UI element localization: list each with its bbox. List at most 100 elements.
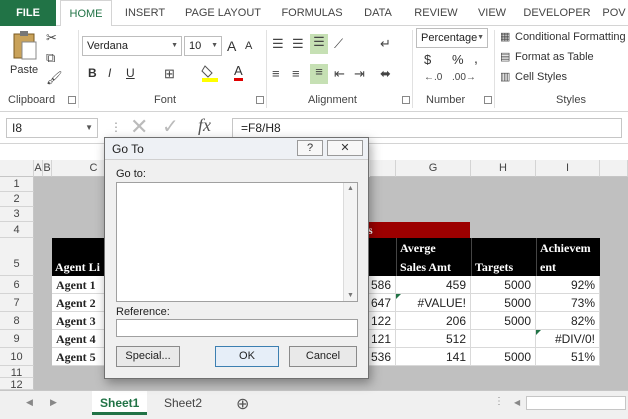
- shrink-font-button[interactable]: A: [245, 40, 252, 52]
- cell-g7[interactable]: #VALUE!: [396, 294, 471, 312]
- tab-data[interactable]: DATA: [356, 0, 400, 26]
- cell-g6[interactable]: 459: [396, 276, 471, 294]
- cell-h9[interactable]: [471, 330, 536, 348]
- decrease-decimal-icon[interactable]: .00→: [452, 72, 476, 83]
- conditional-formatting-button[interactable]: Conditional Formatting: [515, 31, 626, 43]
- borders-icon[interactable]: ⊞: [164, 66, 175, 82]
- table-row-agent[interactable]: Agent 3: [52, 312, 108, 330]
- wrap-text-icon[interactable]: ↵: [380, 36, 391, 52]
- table-row-agent[interactable]: Agent 1: [52, 276, 108, 294]
- cell-h7[interactable]: 5000: [471, 294, 536, 312]
- format-as-table-button[interactable]: Format as Table: [515, 51, 594, 63]
- cell-g9[interactable]: 512: [396, 330, 471, 348]
- tab-page-layout[interactable]: PAGE LAYOUT: [180, 0, 266, 26]
- cell-i6[interactable]: 92%: [536, 276, 600, 294]
- middle-align-icon[interactable]: ☰: [292, 36, 304, 52]
- row-header-5[interactable]: 5: [0, 238, 34, 276]
- font-size-select[interactable]: 10 ▼: [184, 36, 222, 56]
- percent-button[interactable]: %: [452, 52, 464, 67]
- row-header-1[interactable]: 1: [0, 177, 34, 192]
- cell-f10[interactable]: 536: [366, 348, 396, 366]
- cell-h10[interactable]: 5000: [471, 348, 536, 366]
- cell-i10[interactable]: 51%: [536, 348, 600, 366]
- row-header-9[interactable]: 9: [0, 330, 34, 348]
- sheet-tab-sheet1[interactable]: Sheet1: [92, 391, 148, 415]
- list-scrollbar[interactable]: ▲ ▼: [343, 183, 357, 301]
- paste-icon[interactable]: [10, 30, 40, 62]
- scroll-tabs-right-icon[interactable]: ▶: [50, 397, 57, 408]
- clipboard-launcher-icon[interactable]: [68, 96, 76, 104]
- help-button[interactable]: ?: [297, 140, 323, 156]
- ok-button[interactable]: OK: [215, 346, 279, 367]
- header-targets[interactable]: Targets: [471, 238, 536, 276]
- column-header-a[interactable]: A: [34, 160, 43, 177]
- cell-g8[interactable]: 206: [396, 312, 471, 330]
- align-left-icon[interactable]: ≡: [272, 66, 280, 81]
- cell-styles-button[interactable]: Cell Styles: [515, 71, 567, 83]
- header-avg-sales[interactable]: Averge Sales Amt: [396, 238, 471, 276]
- font-launcher-icon[interactable]: [256, 96, 264, 104]
- cell-f9[interactable]: 121: [366, 330, 396, 348]
- align-right-icon[interactable]: ≡: [310, 64, 328, 84]
- decrease-indent-icon[interactable]: ⇤: [334, 66, 345, 82]
- top-align-icon[interactable]: ☰: [272, 36, 284, 52]
- row-header-10[interactable]: 10: [0, 348, 34, 366]
- alignment-launcher-icon[interactable]: [402, 96, 410, 104]
- scroll-down-icon[interactable]: ▼: [347, 292, 354, 299]
- grow-font-button[interactable]: A: [227, 38, 236, 54]
- row-header-11[interactable]: 11: [0, 366, 34, 379]
- insert-function-icon[interactable]: fx: [198, 115, 211, 136]
- cell-i9[interactable]: #DIV/0!: [536, 330, 600, 348]
- cut-icon[interactable]: ✂: [46, 30, 57, 46]
- tab-view[interactable]: VIEW: [472, 0, 512, 26]
- paste-button[interactable]: Paste: [10, 64, 38, 76]
- tab-file[interactable]: FILE: [0, 0, 56, 26]
- comma-button[interactable]: ,: [474, 50, 478, 66]
- table-row-agent[interactable]: Agent 5: [52, 348, 108, 366]
- tab-developer[interactable]: DEVELOPER: [520, 0, 594, 26]
- cell-g10[interactable]: 141: [396, 348, 471, 366]
- column-header-i[interactable]: I: [536, 160, 600, 177]
- merge-center-icon[interactable]: ⬌: [380, 66, 391, 82]
- row-header-8[interactable]: 8: [0, 312, 34, 330]
- tab-home[interactable]: HOME: [60, 0, 112, 27]
- row-header-12[interactable]: 12: [0, 378, 34, 391]
- scroll-left-icon[interactable]: ◀: [514, 398, 520, 407]
- tab-formulas[interactable]: FORMULAS: [276, 0, 348, 26]
- table-row-agent[interactable]: Agent 2: [52, 294, 108, 312]
- italic-button[interactable]: I: [108, 66, 111, 80]
- cell-i8[interactable]: 82%: [536, 312, 600, 330]
- reference-input[interactable]: [116, 319, 358, 337]
- copy-icon[interactable]: ⧉: [46, 50, 55, 66]
- number-format-select[interactable]: Percentage ▼: [416, 28, 488, 48]
- scroll-tabs-left-icon[interactable]: ◀: [26, 397, 33, 408]
- scroll-up-icon[interactable]: ▲: [347, 185, 354, 192]
- column-header-b[interactable]: B: [43, 160, 52, 177]
- formula-input[interactable]: =F8/H8: [232, 118, 622, 138]
- column-header-h[interactable]: H: [471, 160, 536, 177]
- row-header-2[interactable]: 2: [0, 192, 34, 207]
- increase-decimal-icon[interactable]: ←.0: [424, 72, 442, 83]
- header-agent-list[interactable]: Agent Li: [52, 238, 108, 276]
- go-to-list[interactable]: ▲ ▼: [116, 182, 358, 302]
- column-header-next[interactable]: [600, 160, 628, 177]
- currency-button[interactable]: $: [424, 52, 431, 67]
- close-button[interactable]: ✕: [327, 140, 363, 156]
- horizontal-scrollbar[interactable]: [526, 396, 626, 410]
- cell-h8[interactable]: 5000: [471, 312, 536, 330]
- fill-color-icon[interactable]: [200, 64, 220, 85]
- confirm-entry-icon[interactable]: ✓: [162, 114, 179, 139]
- header-achievement[interactable]: Achievem ent: [536, 238, 600, 276]
- cancel-button[interactable]: Cancel: [289, 346, 357, 367]
- format-painter-icon[interactable]: 🖌: [46, 70, 63, 86]
- cell-h6[interactable]: 5000: [471, 276, 536, 294]
- cell-f8[interactable]: 122: [366, 312, 396, 330]
- font-color-button[interactable]: A: [234, 64, 243, 81]
- special-button[interactable]: Special...: [116, 346, 180, 367]
- center-icon[interactable]: ≡: [292, 66, 300, 81]
- column-header-f[interactable]: [370, 160, 396, 177]
- tab-insert[interactable]: INSERT: [118, 0, 172, 26]
- orientation-icon[interactable]: ⟋: [334, 36, 343, 52]
- cell-i7[interactable]: 73%: [536, 294, 600, 312]
- underline-button[interactable]: U: [126, 66, 135, 80]
